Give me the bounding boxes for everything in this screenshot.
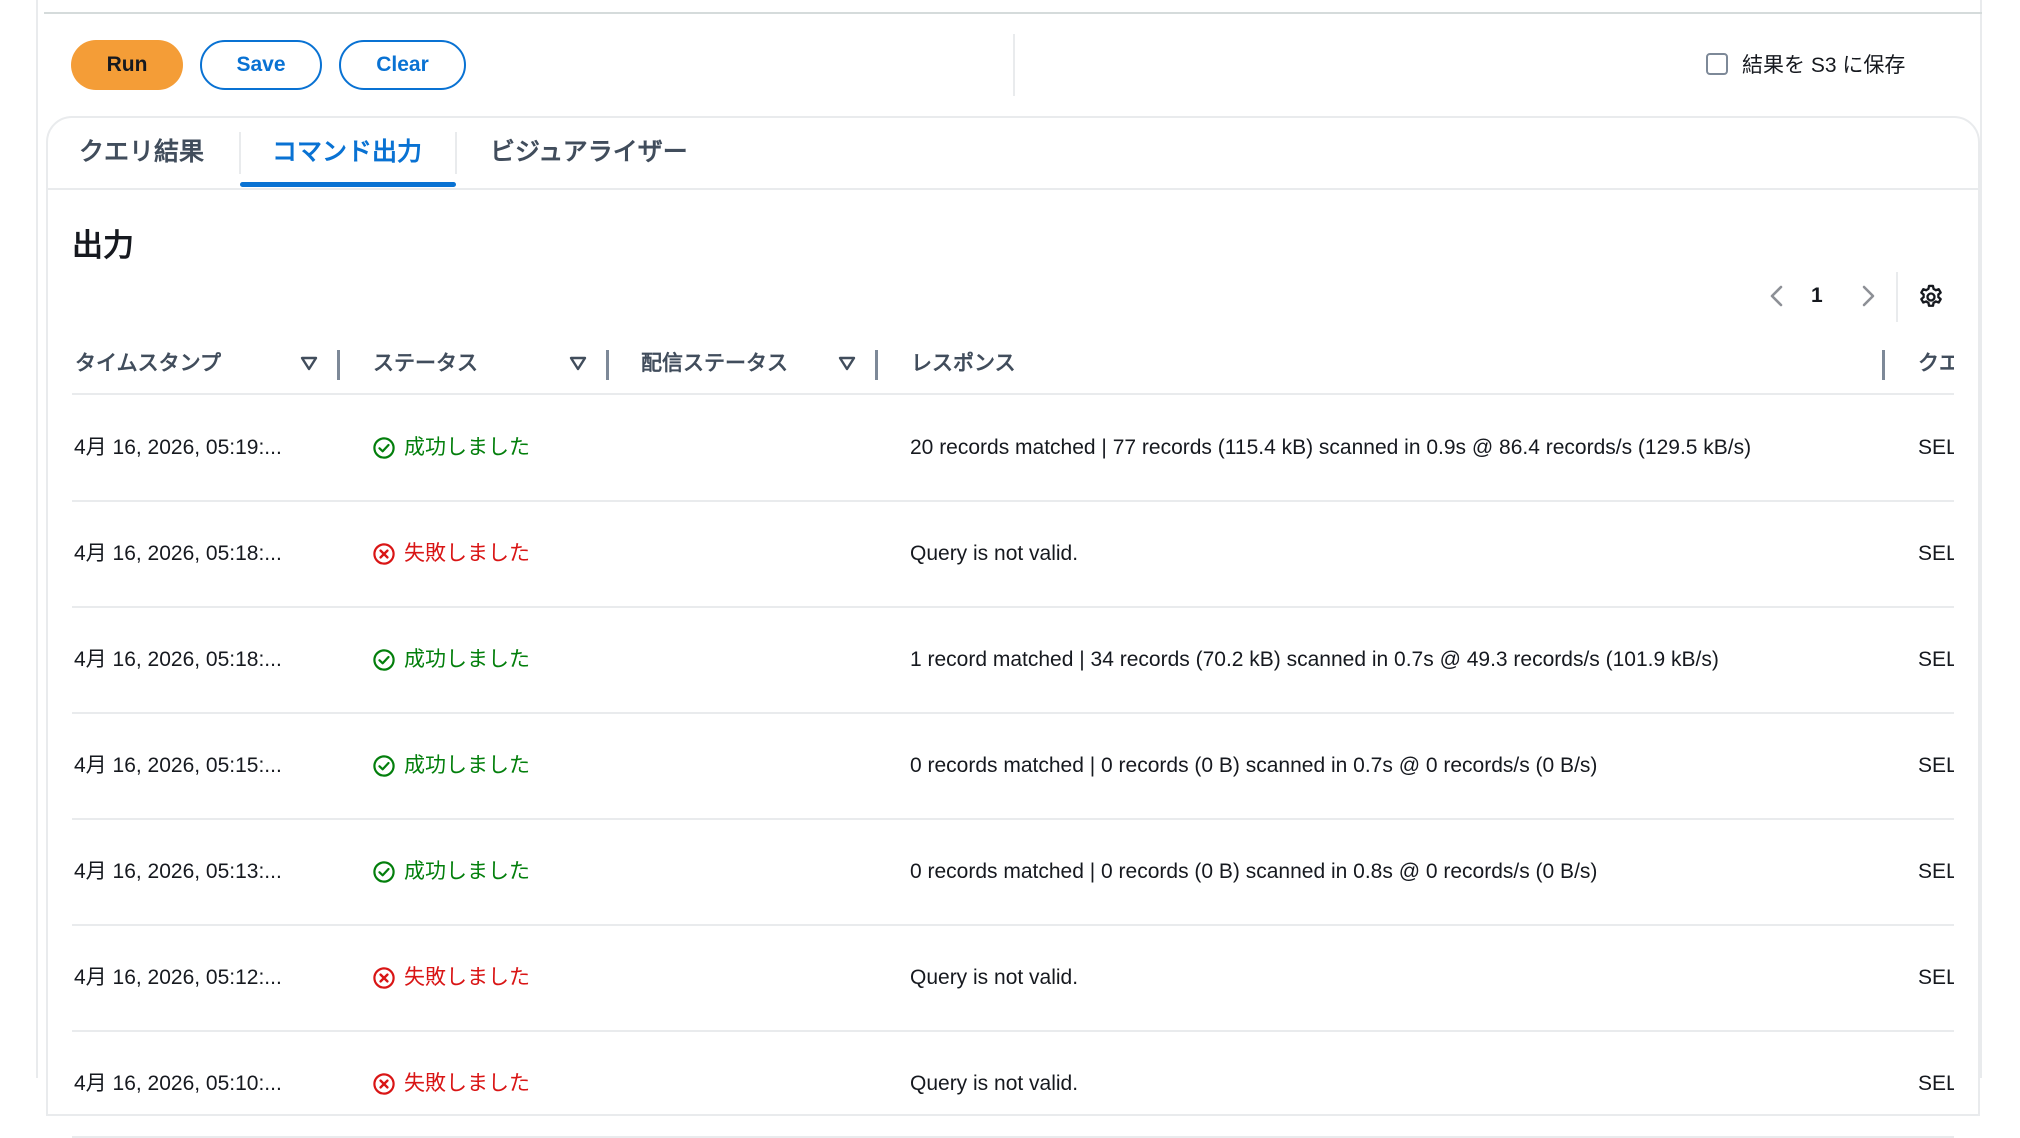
- status-cell: 成功しました: [372, 752, 530, 780]
- status-text: 失敗しました: [404, 1072, 530, 1095]
- x-circle-icon: [372, 1072, 396, 1096]
- chevron-left-icon: [1770, 285, 1783, 307]
- sort-delivery-status-button[interactable]: [838, 356, 856, 377]
- active-tab-indicator: [240, 182, 456, 187]
- check-circle-icon: [372, 754, 396, 778]
- table-row[interactable]: 4月 16, 2026, 05:10:... 失敗しました Query is not…: [72, 1032, 1954, 1138]
- timestamp-cell: 4月 16, 2026, 05:18:...: [74, 542, 282, 565]
- status-cell: 成功しました: [372, 858, 530, 886]
- sort-triangle-icon: [300, 356, 318, 371]
- status-text: 失敗しました: [404, 966, 530, 989]
- x-circle-icon: [372, 966, 396, 990]
- table-row[interactable]: 4月 16, 2026, 05:18:... 失敗しました Query is not…: [72, 502, 1954, 608]
- next-page-button[interactable]: [1857, 282, 1879, 315]
- sort-triangle-icon: [838, 356, 856, 371]
- gear-icon: [1920, 284, 1942, 307]
- column-header-query[interactable]: クエ: [1918, 350, 1954, 378]
- status-cell: 成功しました: [372, 434, 530, 462]
- save-to-s3-checkbox[interactable]: [1706, 53, 1728, 75]
- status-cell: 成功しました: [372, 646, 530, 674]
- page-right-border: [1980, 0, 1982, 1078]
- query-cell: SEL: [1918, 542, 1954, 565]
- column-header-delivery-status[interactable]: 配信ステータス: [641, 350, 788, 378]
- previous-page-button[interactable]: [1766, 282, 1788, 315]
- top-divider: [44, 0, 1982, 14]
- toolbar-divider: [1013, 34, 1015, 96]
- query-cell: SEL: [1918, 860, 1954, 883]
- column-resizer[interactable]: [1882, 350, 1885, 380]
- column-header-status[interactable]: ステータス: [373, 350, 478, 378]
- preferences-button[interactable]: [1917, 283, 1945, 316]
- query-cell: SEL: [1918, 648, 1954, 671]
- tab-separator: [455, 132, 457, 174]
- query-cell: SEL: [1918, 1072, 1954, 1095]
- query-cell: SEL: [1918, 966, 1954, 989]
- tab-visualizer[interactable]: ビジュアライザー: [490, 132, 688, 172]
- column-resizer[interactable]: [606, 350, 609, 380]
- status-text: 失敗しました: [404, 542, 530, 565]
- timestamp-cell: 4月 16, 2026, 05:12:...: [74, 966, 282, 989]
- save-to-s3-label: 結果を S3 に保存: [1742, 54, 1906, 77]
- pager-divider: [1896, 272, 1898, 322]
- table-row[interactable]: 4月 16, 2026, 05:12:... 失敗しました Query is not…: [72, 926, 1954, 1032]
- response-cell: 1 record matched | 34 records (70.2 kB) …: [910, 648, 1719, 671]
- query-cell: SEL: [1918, 754, 1954, 777]
- save-button[interactable]: Save: [200, 40, 322, 90]
- chevron-right-icon: [1862, 285, 1875, 307]
- status-cell: 失敗しました: [372, 1070, 530, 1098]
- status-cell: 失敗しました: [372, 540, 530, 568]
- current-page-number[interactable]: 1: [1811, 284, 1823, 308]
- column-header-response[interactable]: レスポンス: [911, 350, 1016, 378]
- page-left-border: [36, 0, 38, 1078]
- response-cell: 0 records matched | 0 records (0 B) scan…: [910, 860, 1598, 883]
- check-circle-icon: [372, 436, 396, 460]
- table-row[interactable]: 4月 16, 2026, 05:18:... 成功しました 1 record mat…: [72, 608, 1954, 714]
- check-circle-icon: [372, 860, 396, 884]
- x-circle-icon: [372, 542, 396, 566]
- timestamp-cell: 4月 16, 2026, 05:13:...: [74, 860, 282, 883]
- response-cell: 20 records matched | 77 records (115.4 k…: [910, 436, 1752, 459]
- table-header-divider: [72, 393, 1954, 395]
- tab-query-results[interactable]: クエリ結果: [79, 132, 204, 172]
- column-resizer[interactable]: [337, 350, 340, 380]
- response-cell: Query is not valid.: [910, 542, 1079, 565]
- response-cell: 0 records matched | 0 records (0 B) scan…: [910, 754, 1598, 777]
- status-text: 成功しました: [404, 648, 530, 671]
- response-cell: Query is not valid.: [910, 1072, 1079, 1095]
- clear-button[interactable]: Clear: [339, 40, 466, 90]
- sort-triangle-icon: [569, 356, 587, 371]
- table-row[interactable]: 4月 16, 2026, 05:19:... 成功しました 20 records m…: [72, 396, 1954, 502]
- tab-separator: [239, 132, 241, 174]
- status-text: 成功しました: [404, 436, 530, 459]
- check-circle-icon: [372, 648, 396, 672]
- run-button[interactable]: Run: [71, 40, 183, 90]
- timestamp-cell: 4月 16, 2026, 05:10:...: [74, 1072, 282, 1095]
- timestamp-cell: 4月 16, 2026, 05:15:...: [74, 754, 282, 777]
- sort-status-button[interactable]: [569, 356, 587, 377]
- tab-command-output[interactable]: コマンド出力: [272, 132, 422, 172]
- table-row[interactable]: 4月 16, 2026, 05:13:... 成功しました 0 records ma…: [72, 820, 1954, 926]
- tabs-divider: [46, 188, 1980, 190]
- column-resizer[interactable]: [875, 350, 878, 380]
- status-cell: 失敗しました: [372, 964, 530, 992]
- column-header-timestamp[interactable]: タイムスタンプ: [75, 350, 221, 378]
- status-text: 成功しました: [404, 754, 530, 777]
- sort-timestamp-button[interactable]: [300, 356, 318, 377]
- timestamp-cell: 4月 16, 2026, 05:18:...: [74, 648, 282, 671]
- save-to-s3-option[interactable]: 結果を S3 に保存: [1706, 49, 1905, 79]
- section-title: 出力: [72, 228, 134, 263]
- timestamp-cell: 4月 16, 2026, 05:19:...: [74, 436, 282, 459]
- status-text: 成功しました: [404, 860, 530, 883]
- query-cell: SEL: [1918, 436, 1954, 459]
- response-cell: Query is not valid.: [910, 966, 1079, 989]
- table-row[interactable]: 4月 16, 2026, 05:15:... 成功しました 0 records ma…: [72, 714, 1954, 820]
